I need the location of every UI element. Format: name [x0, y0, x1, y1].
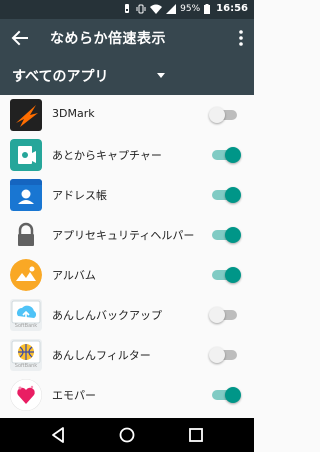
toggle-switch[interactable]: [209, 347, 241, 363]
app-name: アルバム: [52, 269, 96, 282]
softbank-caption: SoftBank: [14, 323, 38, 329]
signal-icon: [166, 3, 177, 14]
filter-label: すべてのアプリ: [12, 69, 109, 85]
album-icon: [10, 259, 42, 291]
list-item[interactable]: アドレス帳: [0, 175, 254, 215]
toggle-switch[interactable]: [209, 187, 241, 203]
capture-icon: [10, 139, 42, 171]
toggle-switch[interactable]: [209, 307, 241, 323]
softbank-caption: SoftBank: [14, 363, 38, 369]
app-name: アドレス帳: [52, 189, 107, 202]
toggle-switch[interactable]: [209, 107, 241, 123]
emopa-icon: [10, 379, 42, 411]
status-time: 16:56: [216, 3, 248, 14]
lock-icon: [10, 219, 42, 251]
battery-icon: [204, 3, 211, 14]
app-name: 3DMark: [52, 107, 95, 120]
nav-home-icon[interactable]: [118, 426, 136, 444]
list-item[interactable]: あとからキャプチャー: [0, 135, 254, 175]
alarm-icon: [125, 3, 130, 13]
navigation-bar: [0, 418, 254, 452]
app-name: アプリセキュリティヘルパー: [52, 229, 195, 242]
toggle-switch[interactable]: [209, 147, 241, 163]
contacts-icon: [10, 179, 42, 211]
app-name: あんしんバックアップ: [52, 309, 162, 322]
3dmark-icon: [10, 99, 42, 131]
nav-recents-icon[interactable]: [188, 426, 204, 444]
nav-back-icon[interactable]: [50, 426, 66, 444]
list-item[interactable]: 3DMark: [0, 95, 254, 135]
toggle-switch[interactable]: [209, 227, 241, 243]
app-bar: なめらか倍速表示: [0, 19, 254, 57]
list-item[interactable]: エモパー: [0, 375, 254, 415]
app-filter-dropdown[interactable]: すべてのアプリ: [0, 57, 254, 95]
toggle-switch[interactable]: [209, 267, 241, 283]
back-arrow-icon[interactable]: [10, 28, 30, 48]
backup-icon: SoftBank: [10, 299, 42, 331]
list-item[interactable]: SoftBank あんしんフィルター: [0, 335, 254, 375]
page-title: なめらか倍速表示: [50, 31, 166, 47]
app-name: あとからキャプチャー: [52, 149, 162, 162]
app-list: 3DMark あとからキャプチャー アドレス帳 アプリセキュリティヘルパー アル…: [0, 95, 254, 415]
vibrate-icon: [136, 4, 146, 13]
dropdown-caret-icon: [157, 73, 165, 78]
toggle-switch[interactable]: [209, 387, 241, 403]
filter-icon: SoftBank: [10, 339, 42, 371]
list-item[interactable]: アプリセキュリティヘルパー: [0, 215, 254, 255]
more-options-icon[interactable]: [238, 29, 244, 47]
list-item[interactable]: アルバム: [0, 255, 254, 295]
list-item[interactable]: SoftBank あんしんバックアップ: [0, 295, 254, 335]
app-name: エモパー: [52, 389, 96, 402]
status-icons: 95% 16:56: [123, 3, 248, 14]
app-name: あんしんフィルター: [52, 349, 151, 362]
battery-percent: 95%: [180, 3, 201, 14]
wifi-icon: [150, 4, 163, 14]
status-bar: 95% 16:56: [0, 0, 254, 19]
